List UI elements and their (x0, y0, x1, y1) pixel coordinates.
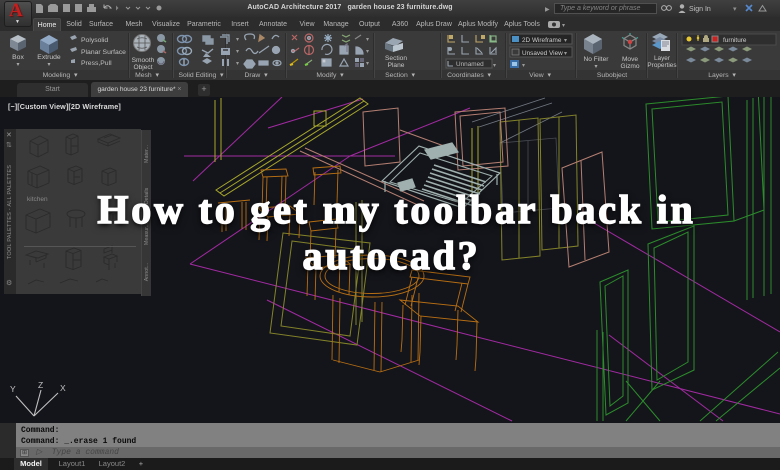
svg-text:▾: ▾ (564, 51, 567, 57)
svg-text:▾: ▾ (47, 62, 50, 68)
svg-text:Modeling ▾: Modeling ▾ (43, 72, 78, 79)
svg-text:Draw ▾: Draw ▾ (244, 72, 268, 79)
svg-text:▾: ▾ (562, 23, 565, 29)
svg-text:Y: Y (10, 384, 16, 394)
svg-text:Mesh ▾: Mesh ▾ (135, 72, 159, 79)
svg-text:Coordinates ▾: Coordinates ▾ (447, 72, 491, 79)
svg-text:Press,Pull: Press,Pull (81, 60, 112, 67)
svg-text:Solid Editing ▾: Solid Editing ▾ (179, 72, 225, 79)
svg-text:▾: ▾ (366, 61, 369, 67)
svg-text:Smooth: Smooth (132, 57, 155, 64)
svg-text:▾: ▾ (522, 63, 525, 69)
svg-text:Object: Object (133, 64, 152, 71)
svg-text:furniture: furniture (723, 37, 747, 44)
svg-text:Gizmo: Gizmo (620, 63, 639, 70)
svg-text:Plane: Plane (388, 62, 405, 69)
svg-text:▾: ▾ (236, 49, 239, 55)
svg-text:Section: Section (385, 55, 407, 62)
svg-text:▾: ▾ (564, 38, 567, 44)
svg-text:▾: ▾ (236, 61, 239, 67)
svg-text:▾: ▾ (366, 37, 369, 43)
svg-text:Box: Box (12, 54, 24, 61)
svg-text:▾: ▾ (16, 62, 19, 68)
svg-text:Move: Move (622, 56, 638, 63)
svg-text:Unnamed: Unnamed (456, 61, 484, 68)
svg-text:Layers ▾: Layers ▾ (708, 72, 736, 79)
svg-text:Properties: Properties (647, 62, 676, 69)
svg-text:▾: ▾ (594, 64, 597, 70)
svg-text:Section ▾: Section ▾ (385, 72, 415, 79)
svg-text:X: X (60, 383, 66, 393)
svg-text:Extrude: Extrude (37, 54, 61, 61)
svg-text:Layer: Layer (654, 55, 671, 62)
svg-text:2D Wireframe: 2D Wireframe (522, 37, 562, 44)
svg-text:Z: Z (38, 380, 43, 390)
svg-text:▾: ▾ (493, 63, 496, 69)
svg-text:No Filter: No Filter (584, 56, 610, 63)
svg-text:▾: ▾ (733, 6, 737, 13)
svg-text:Sign In: Sign In (689, 6, 711, 13)
svg-text:Modify ▾: Modify ▾ (316, 72, 344, 79)
svg-text:Unsaved View: Unsaved View (522, 50, 563, 57)
svg-text:▾: ▾ (236, 37, 239, 43)
svg-text:View ▾: View ▾ (529, 72, 551, 79)
svg-text:▾: ▾ (366, 49, 369, 55)
svg-text:Planar Surface: Planar Surface (81, 49, 126, 56)
svg-text:Subobject: Subobject (597, 72, 627, 79)
svg-text:Polysolid: Polysolid (81, 37, 108, 44)
